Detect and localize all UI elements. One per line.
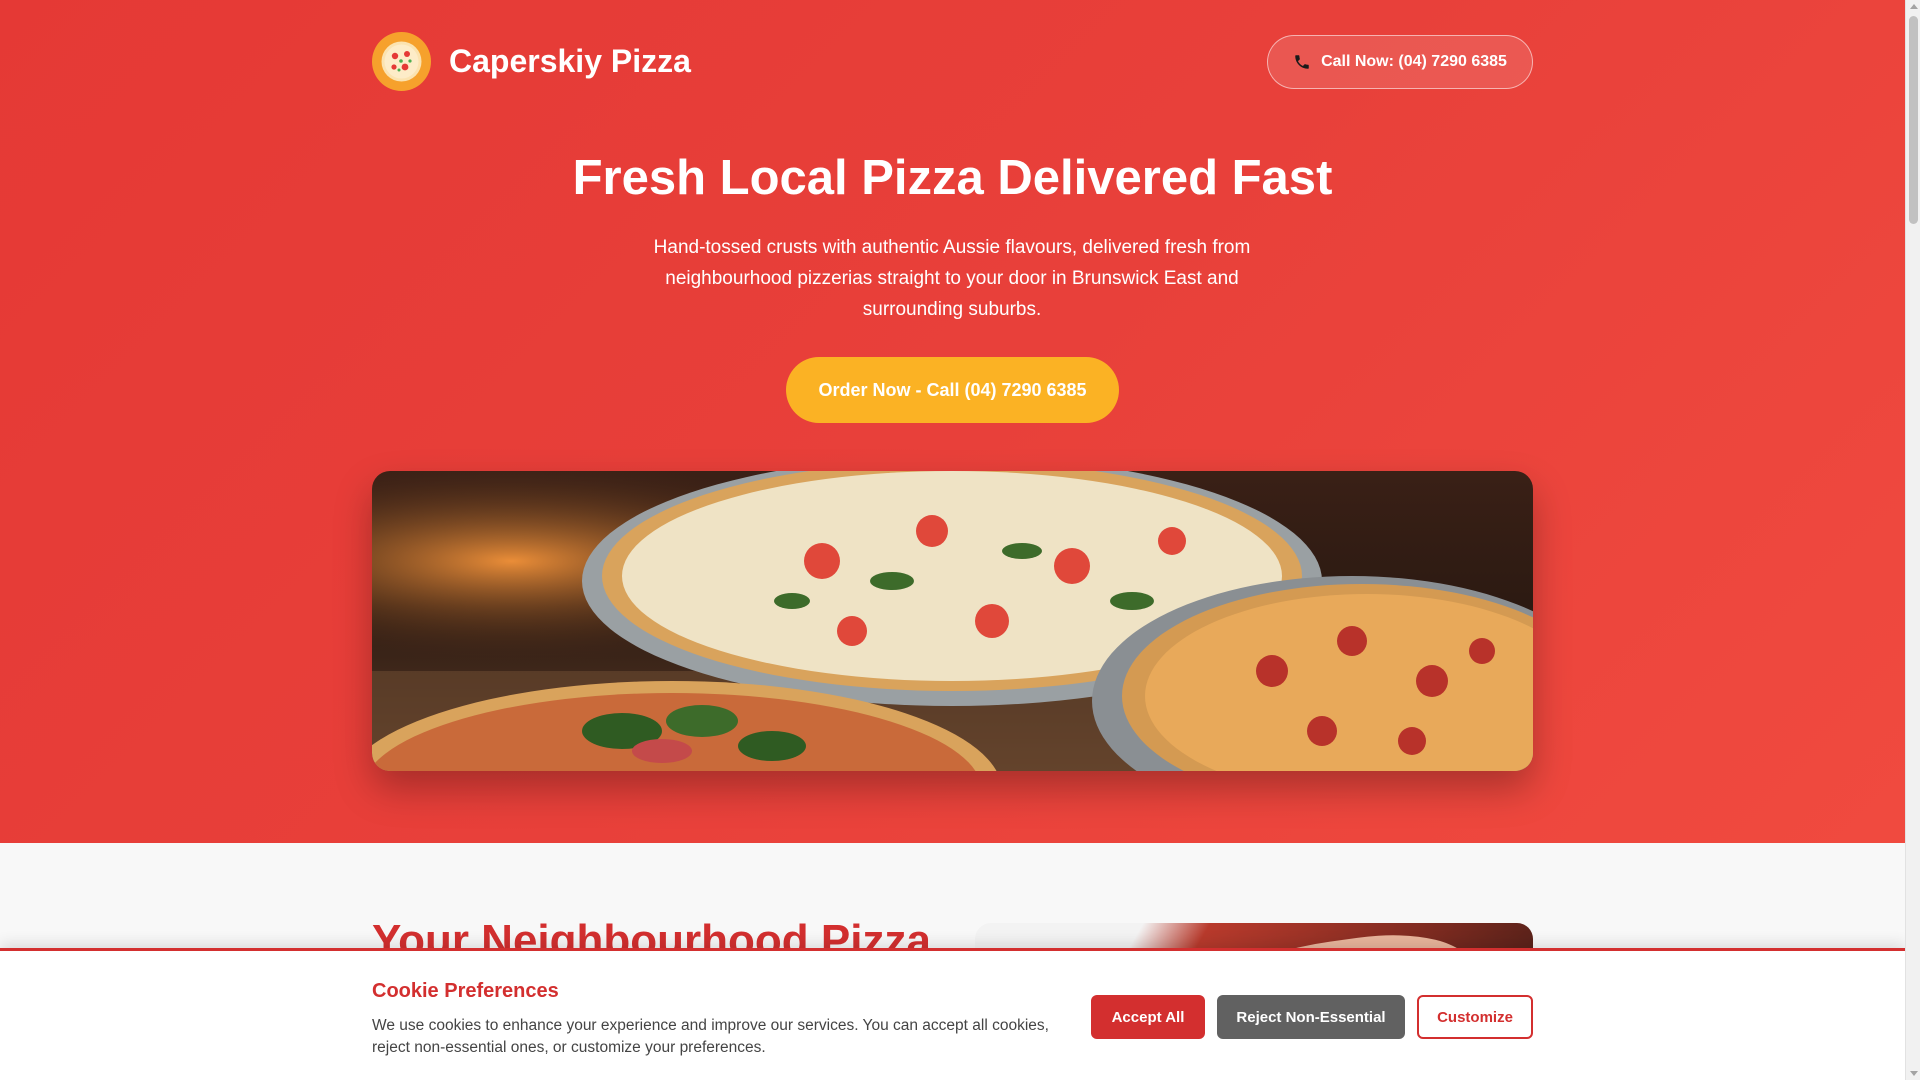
scroll-down-icon[interactable] (1910, 1071, 1918, 1076)
cookie-banner: Cookie Preferences We use cookies to enh… (0, 948, 1905, 1080)
accept-all-button[interactable]: Accept All (1091, 995, 1205, 1039)
scroll-up-icon[interactable] (1910, 4, 1918, 9)
site-header: Caperskiy Pizza Call Now: (04) 7290 6385 (372, 32, 1533, 92)
customize-button[interactable]: Customize (1417, 995, 1533, 1039)
phone-icon (1295, 55, 1309, 69)
brand-name[interactable]: Caperskiy Pizza (449, 43, 691, 80)
call-now-button[interactable]: Call Now: (04) 7290 6385 (1267, 35, 1533, 89)
hero-title: Fresh Local Pizza Delivered Fast (572, 151, 1333, 205)
pizza-icon[interactable] (372, 32, 431, 91)
page-scrollbar[interactable] (1905, 0, 1920, 1080)
scrollbar-thumb[interactable] (1909, 16, 1918, 224)
order-now-button[interactable]: Order Now - Call (04) 7290 6385 (786, 357, 1119, 423)
hero-subtitle: Hand-tossed crusts with authentic Aussie… (653, 237, 1251, 320)
pizza-hero-image (372, 471, 1533, 771)
cookie-title: Cookie Preferences (372, 980, 559, 1002)
cookie-text: We use cookies to enhance your experienc… (372, 1017, 1049, 1056)
call-now-label: Call Now: (04) 7290 6385 (1321, 53, 1507, 70)
reject-non-essential-button[interactable]: Reject Non-Essential (1217, 995, 1405, 1039)
hero-section: Caperskiy Pizza Call Now: (04) 7290 6385… (0, 0, 1905, 843)
